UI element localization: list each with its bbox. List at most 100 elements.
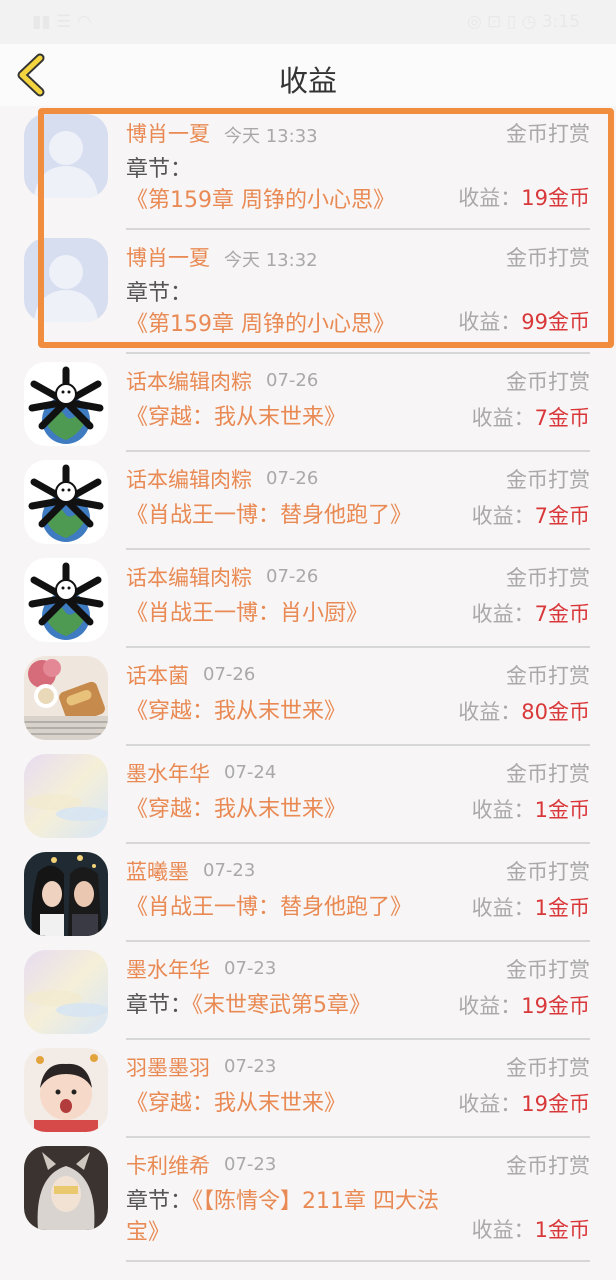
list-item[interactable]: 卡利维希 07-23 金币打赏 章节：《【陈情令】211章 四大法宝》 收益：1金币 [0,1138,616,1262]
income-label: 收益： [471,504,535,528]
list-item[interactable]: 墨水年华 07-23 金币打赏 章节：《末世寒武第5章》 收益：19金币 [0,942,616,1040]
entry-content[interactable]: 《穿越：我从末世来》 [126,1088,441,1119]
user-name[interactable]: 话本编辑肉粽 [126,464,252,494]
income: 收益：19金币 [458,990,590,1020]
divider [126,1260,590,1262]
income-amount: 19金币 [521,994,590,1018]
user-name[interactable]: 羽墨墨羽 [126,1052,210,1082]
user-name[interactable]: 话本编辑肉粽 [126,366,252,396]
entry-type: 金币打赏 [506,762,590,786]
list-item[interactable]: 博肖一夏 今天 13:32 金币打赏 章节： 《第159章 周铮的小心思》 收益：99金币 [0,230,616,354]
work-title[interactable]: 《肖战王一博：肖小厨》 [126,601,368,626]
chapter-prefix: 章节： [126,157,193,182]
income-amount: 7金币 [534,406,590,430]
status-left: ▮▮ ☰ ◠ [32,12,92,32]
entry-content[interactable]: 章节： 《第159章 周铮的小心思》 [126,278,441,340]
income-label: 收益： [471,406,535,430]
avatar[interactable] [24,114,108,198]
work-title[interactable]: 《穿越：我从末世来》 [126,1091,346,1116]
list-item[interactable]: 羽墨墨羽 07-23 金币打赏《穿越：我从末世来》 收益：19金币 [0,1040,616,1138]
avatar[interactable] [24,656,108,740]
entry-type: 金币打赏 [506,958,590,982]
income-amount: 1金币 [534,896,590,920]
user-name[interactable]: 蓝曦墨 [126,856,189,886]
work-title[interactable]: 《穿越：我从末世来》 [126,405,346,430]
work-title[interactable]: 《末世寒武第5章》 [192,993,371,1018]
entry-content[interactable]: 《穿越：我从末世来》 [126,696,441,727]
user-name[interactable]: 卡利维希 [126,1150,210,1180]
avatar[interactable] [24,460,108,544]
entry-date: 07-26 [266,370,319,391]
avatar[interactable] [24,950,108,1034]
status-bar: ▮▮ ☰ ◠ ◎ ⊡ ▯ ◷ 3:15 [0,0,616,44]
work-title[interactable]: 《肖战王一博：替身他跑了》 [126,895,412,920]
entry-content[interactable]: 章节：《【陈情令】211章 四大法宝》 [126,1186,441,1248]
user-name[interactable]: 墨水年华 [126,758,210,788]
avatar[interactable] [24,1048,108,1132]
work-title[interactable]: 《穿越：我从末世来》 [126,797,346,822]
list-item[interactable]: 话本编辑肉粽 07-26 金币打赏 《肖战王一博：替身他跑了》 收益：7金币 [0,452,616,550]
income: 收益：19金币 [458,182,590,212]
work-title[interactable]: 《穿越：我从末世来》 [126,699,346,724]
chapter-prefix: 章节： [126,281,193,306]
income-amount: 1金币 [534,798,590,822]
user-name[interactable]: 墨水年华 [126,954,210,984]
income-amount: 19金币 [521,186,590,210]
user-name[interactable]: 博肖一夏 [126,118,210,148]
avatar[interactable] [24,238,108,322]
income: 收益：99金币 [458,306,590,336]
entry-type: 金币打赏 [506,246,590,270]
work-title[interactable]: 《肖战王一博：替身他跑了》 [126,503,412,528]
entry-content[interactable]: 章节： 《第159章 周铮的小心思》 [126,154,441,216]
page-title: 收益 [278,64,337,98]
entry-content[interactable]: 《肖战王一博：肖小厨》 [126,598,441,629]
entry-type: 金币打赏 [506,860,590,884]
user-name[interactable]: 话本菌 [126,660,189,690]
entry-type: 金币打赏 [506,122,590,146]
income-label: 收益： [458,994,522,1018]
entry-content[interactable]: 章节：《末世寒武第5章》 [126,990,441,1021]
entry-date: 07-23 [224,1056,277,1077]
avatar[interactable] [24,754,108,838]
entry-date: 07-23 [203,860,256,881]
entry-type: 金币打赏 [506,1154,590,1178]
work-title[interactable]: 《第159章 周铮的小心思》 [126,188,395,213]
list-item[interactable]: 博肖一夏 今天 13:33 金币打赏 章节： 《第159章 周铮的小心思》 收益：19金币 [0,106,616,230]
user-name[interactable]: 博肖一夏 [126,242,210,272]
income-label: 收益： [458,186,522,210]
list-item[interactable]: 话本菌 07-26 金币打赏 《穿越：我从末世来》 收益：80金币 [0,648,616,746]
work-title[interactable]: 《第159章 周铮的小心思》 [126,312,395,337]
list-item[interactable]: 蓝曦墨 07-23 金币打赏《肖战王一博：替身他跑了》 收益：1金币 [0,844,616,942]
entry-type: 金币打赏 [506,1056,590,1080]
entry-type: 金币打赏 [506,566,590,590]
list-item[interactable]: 墨水年华 07-24 金币打赏《穿越：我从末世来》 收益：1金币 [0,746,616,844]
entry-date: 07-26 [266,468,319,489]
header: 收益 [0,44,616,106]
income-label: 收益： [471,1218,535,1242]
income-amount: 99金币 [521,310,590,334]
entry-content[interactable]: 《肖战王一博：替身他跑了》 [126,892,441,923]
entry-date: 07-24 [224,762,277,783]
avatar[interactable] [24,852,108,936]
income-amount: 19金币 [521,1092,590,1116]
income: 收益：7金币 [472,500,590,530]
entry-content[interactable]: 《穿越：我从末世来》 [126,794,441,825]
avatar[interactable] [24,558,108,642]
entry-date: 07-26 [203,664,256,685]
avatar[interactable] [24,1146,108,1230]
income-amount: 7金币 [534,504,590,528]
status-right: ◎ ⊡ ▯ ◷ 3:15 [466,12,580,32]
entry-content[interactable]: 《穿越：我从末世来》 [126,402,441,433]
avatar[interactable] [24,362,108,446]
income-label: 收益： [471,798,535,822]
income: 收益：7金币 [472,598,590,628]
income: 收益：19金币 [458,1088,590,1118]
list-item[interactable]: 话本编辑肉粽 07-26 金币打赏 《肖战王一博：肖小厨》 收益：7金币 [0,550,616,648]
user-name[interactable]: 话本编辑肉粽 [126,562,252,592]
entry-content[interactable]: 《肖战王一博：替身他跑了》 [126,500,441,531]
entry-type: 金币打赏 [506,370,590,394]
income: 收益：1金币 [472,892,590,922]
income-label: 收益： [458,310,522,334]
list-item[interactable]: 话本编辑肉粽 07-26 金币打赏《穿越：我从末世来》 收益：7金币 [0,354,616,452]
income-label: 收益： [471,602,535,626]
